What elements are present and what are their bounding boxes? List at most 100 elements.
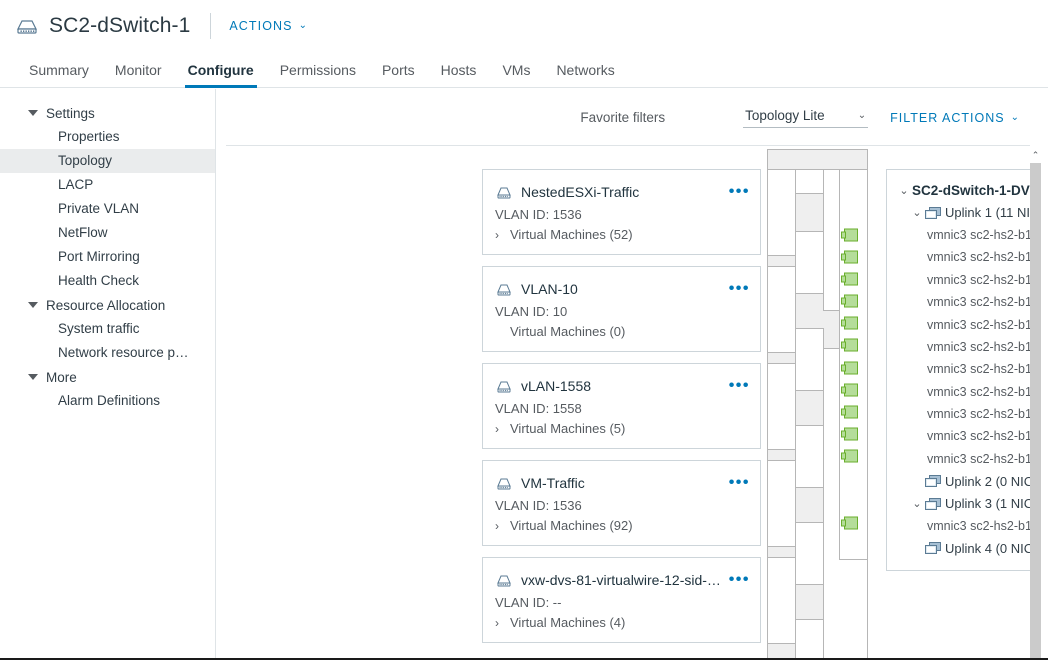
sidebar-item-health-check[interactable]: Health Check — [0, 269, 215, 293]
uplink-nic-label: vmnic3 sc2-hs2-b1610.eng.vmwar… — [927, 272, 1030, 287]
dvuplinks-title: SC2-dSwitch-1-DVUplinks-81 — [912, 182, 1030, 198]
tab-networks[interactable]: Networks — [543, 62, 627, 87]
port-status-indicator-tab — [841, 253, 846, 261]
filter-actions-label: FILTER ACTIONS — [890, 110, 1005, 125]
port-status-indicator — [844, 361, 858, 375]
uplink-group-label: Uplink 4 (0 NIC Adapters) — [945, 540, 1030, 556]
tab-ports[interactable]: Ports — [369, 62, 428, 87]
sidebar-group-label: Resource Allocation — [46, 297, 166, 313]
uplink-nic-label: vmnic3 sc2-hs2-b1614.eng.vmwar… — [927, 362, 1030, 377]
uplink-adapter-icon — [925, 497, 941, 510]
dvuplinks-panel: ⌄SC2-dSwitch-1-DVUplinks-81•••⌄Uplink 1 … — [886, 169, 1030, 571]
uplink-group-row[interactable]: ⌄ Uplink 3 (1 NIC Adapters) — [887, 492, 1030, 514]
triangle-down-icon — [28, 302, 38, 308]
chevron-down-icon: ⌄ — [1010, 111, 1020, 123]
tab-vms[interactable]: VMs — [489, 62, 543, 87]
tab-summary[interactable]: Summary — [16, 62, 102, 87]
uplink-nic-row[interactable]: vmnic3 sc2-hs2-b1608.eng.vmwa…••• — [887, 224, 1030, 246]
dvuplinks-header-row[interactable]: ⌄SC2-dSwitch-1-DVUplinks-81••• — [887, 179, 1030, 201]
sidebar-item-system-traffic[interactable]: System traffic — [0, 317, 215, 341]
sidebar-group-settings[interactable]: Settings — [0, 101, 215, 125]
port-status-indicator-tab — [841, 275, 846, 283]
actions-menu-button[interactable]: ACTIONS ⌄ — [229, 19, 308, 33]
sidebar-item-private-vlan[interactable]: Private VLAN — [0, 197, 215, 221]
uplink-nic-row[interactable]: vmnic3 sc2-hs2-b1615.eng.vmwar…••• — [887, 381, 1030, 403]
sidebar-group-more[interactable]: More — [0, 365, 215, 389]
uplink-nic-label: vmnic3 sc2-hs2-b1619.eng.vmwar… — [927, 519, 1030, 534]
uplink-group-row[interactable]: ⌄Uplink 4 (0 NIC Adapters) — [887, 537, 1030, 559]
content-scrollbar[interactable]: ⌃ — [1029, 149, 1042, 660]
sidebar-item-alarm-definitions[interactable]: Alarm Definitions — [0, 389, 215, 413]
uplink-nic-row[interactable]: vmnic3 sc2-hs2-b1611.eng.vmwar…••• — [887, 291, 1030, 313]
port-status-indicator — [844, 228, 858, 242]
toolbar-divider — [226, 145, 1030, 146]
uplink-nic-label: vmnic3 sc2-hs2-b1616.eng.vmwar… — [927, 407, 1030, 422]
filter-actions-button[interactable]: FILTER ACTIONS ⌄ — [890, 111, 1020, 125]
port-status-indicator-tab — [841, 452, 846, 460]
uplink-nic-row[interactable]: vmnic3 sc2-hs2-b1609.eng.vmwa…••• — [887, 246, 1030, 268]
uplink-group-label: Uplink 1 (11 NIC Adapters) — [945, 205, 1030, 221]
filter-select[interactable]: Topology Lite ⌄ — [743, 107, 869, 128]
uplink-nic-row[interactable]: vmnic3 sc2-hs2-b1614.eng.vmwar…••• — [887, 358, 1030, 380]
uplink-adapter-icon — [925, 206, 941, 219]
actions-label: ACTIONS — [229, 19, 293, 33]
chevron-down-icon[interactable]: ⌄ — [909, 497, 925, 510]
uplink-nic-label: vmnic3 sc2-hs2-b1613.eng.vmwar… — [927, 339, 1030, 354]
port-status-indicator — [844, 516, 858, 530]
uplink-nic-label: vmnic3 sc2-hs2-b1615.eng.vmwar… — [927, 384, 1030, 399]
uplink-nic-label: vmnic3 sc2-hs2-b1612.eng.vmwar… — [927, 317, 1030, 332]
uplink-nic-label: vmnic3 sc2-hs2-b1617.eng.vmwar… — [927, 429, 1030, 444]
port-status-indicator — [844, 272, 858, 286]
sidebar-group-label: More — [46, 369, 77, 385]
uplink-nic-label: vmnic3 sc2-hs2-b1611.eng.vmwar… — [927, 295, 1030, 310]
uplink-nic-row[interactable]: vmnic3 sc2-hs2-b1617.eng.vmwar…••• — [887, 425, 1030, 447]
header-divider — [210, 13, 212, 39]
uplink-nic-row[interactable]: vmnic3 sc2-hs2-b1612.eng.vmwar…••• — [887, 313, 1030, 335]
uplink-nic-label: vmnic3 sc2-hs2-b1609.eng.vmwa… — [927, 250, 1030, 265]
uplink-nic-row[interactable]: vmnic3 sc2-hs2-b1616.eng.vmwar…••• — [887, 403, 1030, 425]
chevron-down-icon[interactable]: ⌄ — [909, 206, 925, 219]
sidebar-item-properties[interactable]: Properties — [0, 125, 215, 149]
sidebar-item-network-resource-p[interactable]: Network resource p… — [0, 341, 215, 365]
chevron-down-icon[interactable]: ⌄ — [896, 184, 912, 197]
page-title: SC2-dSwitch-1 — [49, 14, 191, 37]
uplink-group-row[interactable]: ⌄Uplink 2 (0 NIC Adapters) — [887, 470, 1030, 492]
configure-content: Favorite filters Topology Lite ⌄ FILTER … — [217, 89, 1048, 660]
filter-toolbar: Favorite filters Topology Lite ⌄ FILTER … — [217, 89, 1048, 146]
port-status-indicator-tab — [841, 231, 846, 239]
tab-configure[interactable]: Configure — [175, 62, 267, 88]
tab-bar: Summary Monitor Configure Permissions Ports H… — [0, 52, 1048, 88]
uplink-adapter-icon — [925, 475, 941, 488]
tab-monitor[interactable]: Monitor — [102, 62, 175, 87]
sidebar-item-netflow[interactable]: NetFlow — [0, 221, 215, 245]
sidebar-item-lacp[interactable]: LACP — [0, 173, 215, 197]
sidebar-group-resource-allocation[interactable]: Resource Allocation — [0, 293, 215, 317]
uplink-adapter-icon — [925, 542, 941, 555]
scroll-up-arrow-icon[interactable]: ⌃ — [1029, 149, 1042, 162]
port-status-indicator-tab — [841, 430, 846, 438]
sidebar-item-topology[interactable]: Topology — [0, 149, 215, 173]
scrollbar-thumb[interactable] — [1030, 163, 1041, 660]
uplink-nic-row[interactable]: vmnic3 sc2-hs2-b1613.eng.vmwar…••• — [887, 336, 1030, 358]
port-status-indicator-tab — [841, 319, 846, 327]
uplink-nic-row[interactable]: vmnic3 sc2-hs2-b1618.eng.vmwar…••• — [887, 448, 1030, 470]
topology-canvas: NestedESXi-Traffic ••• VLAN ID: 1536 › Virtu… — [226, 149, 1030, 660]
tab-permissions[interactable]: Permissions — [267, 62, 369, 87]
sidebar-group-label: Settings — [46, 105, 95, 121]
tab-hosts[interactable]: Hosts — [428, 62, 490, 87]
port-status-indicator — [844, 250, 858, 264]
port-status-indicator — [844, 405, 858, 419]
uplink-group-row[interactable]: ⌄ Uplink 1 (11 NIC Adapters) — [887, 201, 1030, 223]
port-status-indicator — [844, 427, 858, 441]
sidebar-item-port-mirroring[interactable]: Port Mirroring — [0, 245, 215, 269]
triangle-down-icon — [28, 110, 38, 116]
port-status-indicator-tab — [841, 386, 846, 394]
settings-sidebar: Settings Properties Topology LACP Private VL… — [0, 89, 216, 660]
port-status-indicator — [844, 383, 858, 397]
page-header: SC2-dSwitch-1 ACTIONS ⌄ — [0, 0, 1048, 52]
dswitch-icon — [17, 20, 37, 34]
port-status-indicator — [844, 316, 858, 330]
uplink-nic-row[interactable]: vmnic3 sc2-hs2-b1619.eng.vmwar…••• — [887, 515, 1030, 537]
uplink-nic-row[interactable]: vmnic3 sc2-hs2-b1610.eng.vmwar…••• — [887, 269, 1030, 291]
filter-select-value: Topology Lite — [745, 107, 825, 123]
